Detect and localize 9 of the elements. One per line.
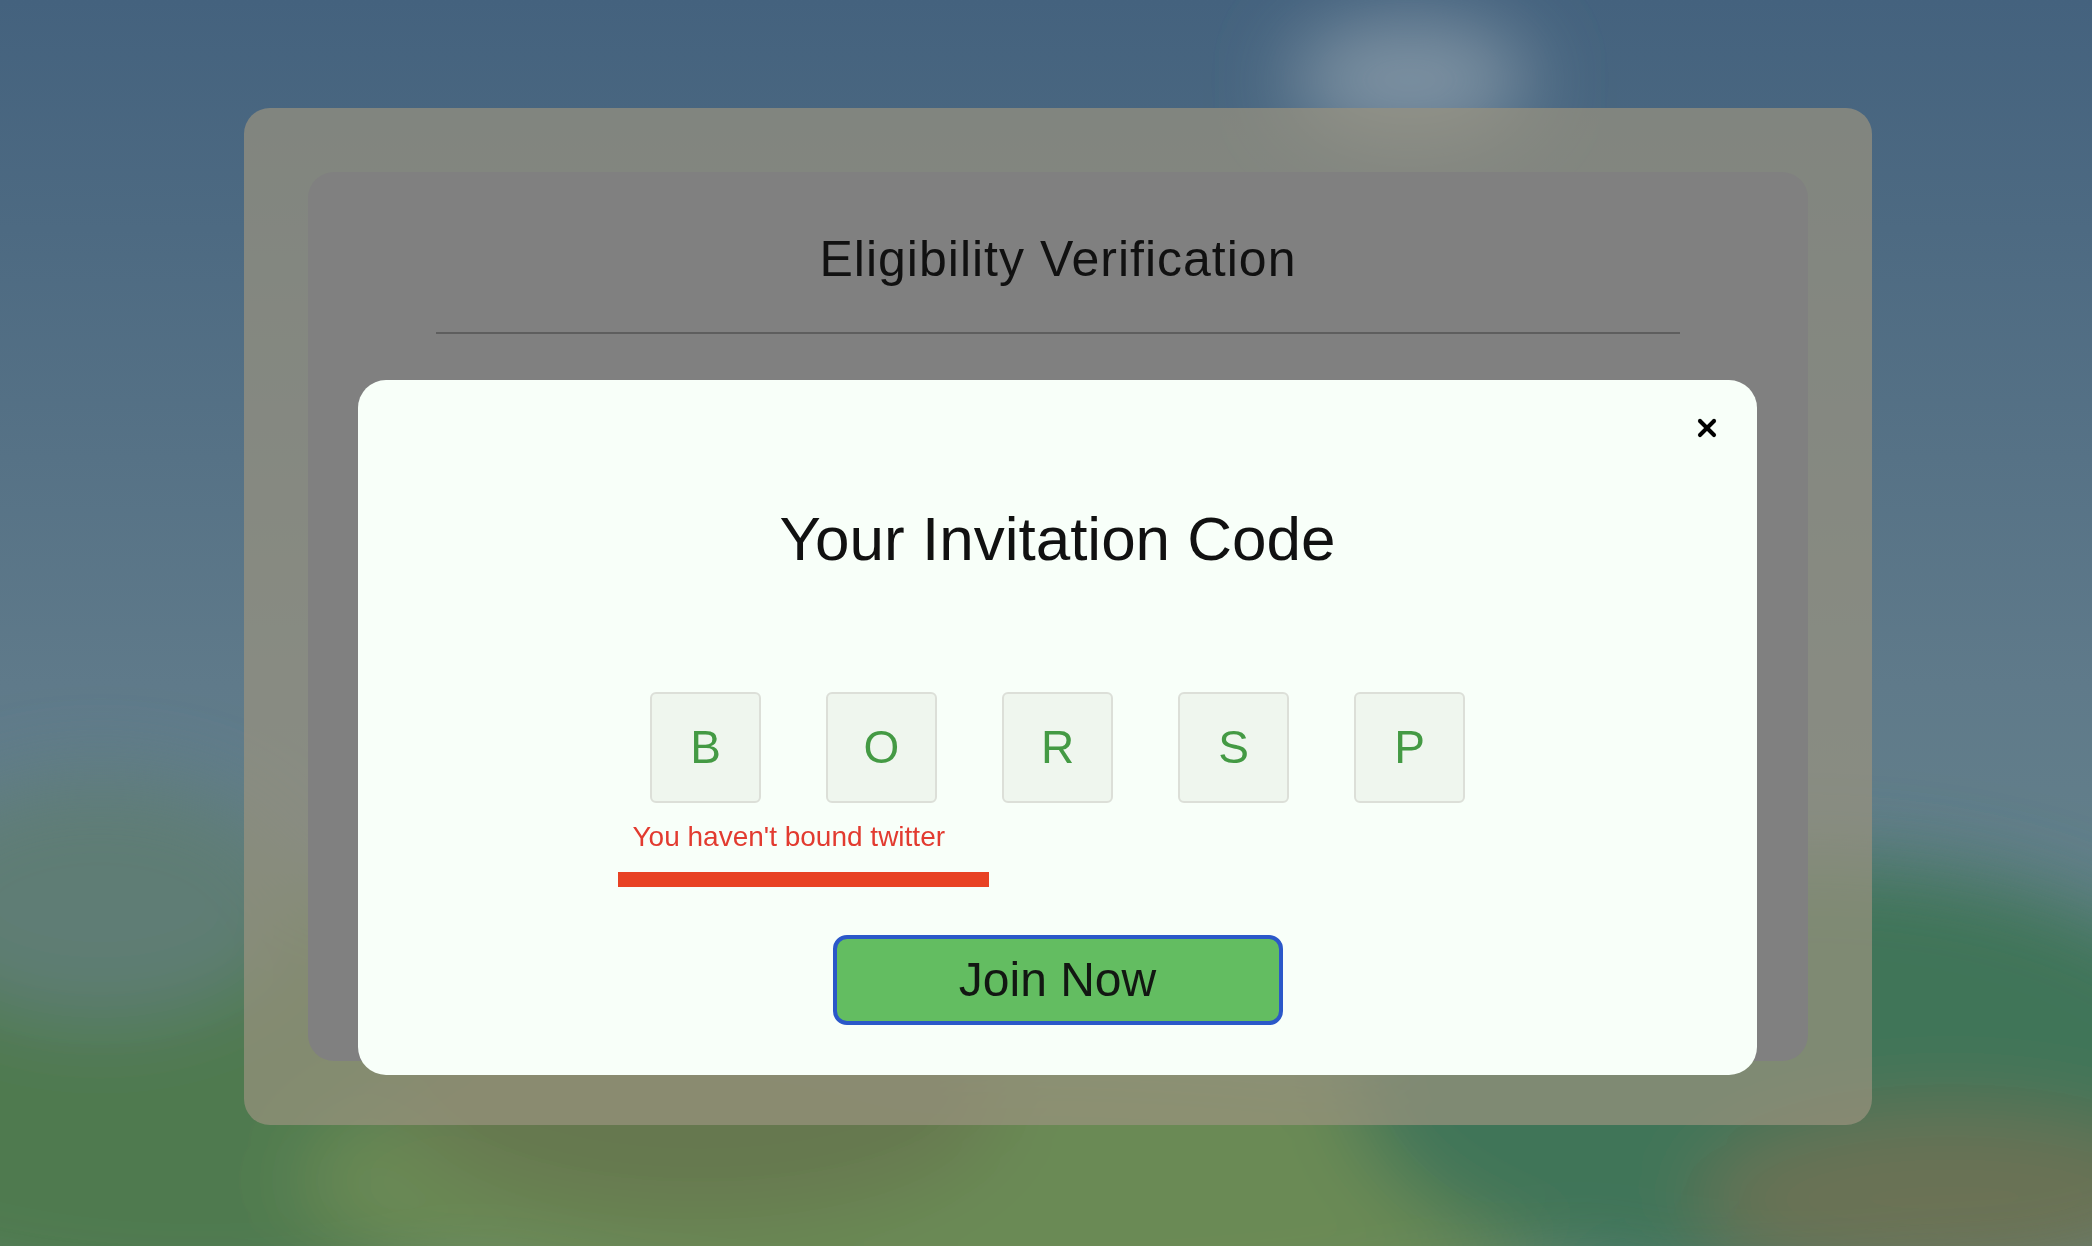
code-character: P (1354, 692, 1465, 803)
code-character: S (1178, 692, 1289, 803)
code-character: R (1002, 692, 1113, 803)
code-character: O (826, 692, 937, 803)
code-character: B (650, 692, 761, 803)
dialog-title: Your Invitation Code (779, 508, 1336, 570)
page-title: Eligibility Verification (819, 234, 1297, 284)
error-message: You haven't bound twitter (632, 823, 947, 851)
join-button[interactable]: Join Now (832, 935, 1283, 1025)
